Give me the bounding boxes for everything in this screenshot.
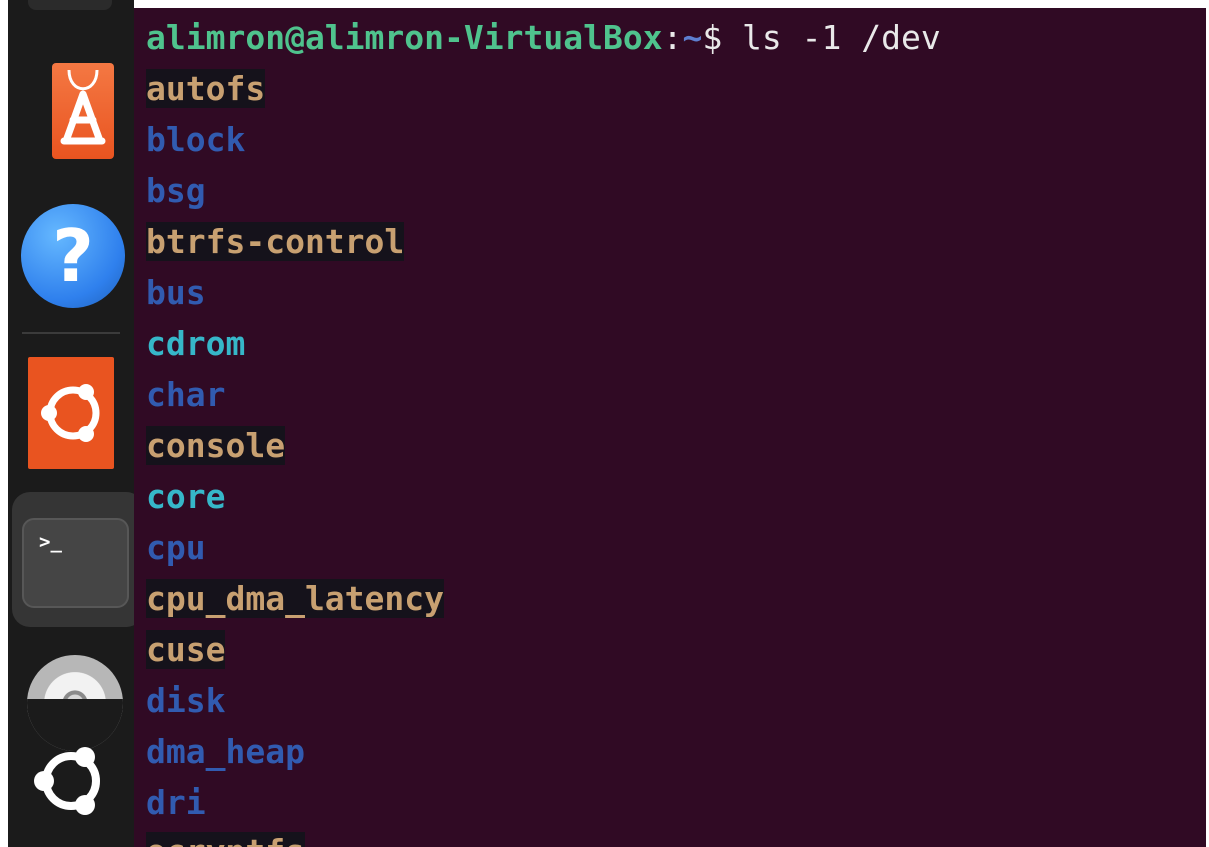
ubuntu-dock: ? >_ <box>8 0 134 847</box>
device-file-name: console <box>146 426 286 465</box>
ubuntu-logo-icon[interactable] <box>27 737 115 825</box>
ubuntu-circle-of-friends-icon <box>41 384 100 442</box>
device-directory-name: bus <box>146 273 206 312</box>
device-directory-name: disk <box>146 681 226 720</box>
terminal-output-line: btrfs-control <box>146 220 405 263</box>
terminal-output-line: cpu_dma_latency <box>146 577 445 620</box>
device-file-name: cuse <box>146 630 226 669</box>
terminal-output-line: block <box>146 118 245 161</box>
device-file-name: cpu_dma_latency <box>146 579 445 618</box>
terminal-prompt-glyph: >_ <box>39 531 62 553</box>
terminal-output-line-partial: ecryptfs <box>146 830 305 847</box>
terminal-output-line: disk <box>146 679 225 722</box>
device-directory-name: block <box>146 120 246 159</box>
device-file-name: ecryptfs <box>146 832 305 847</box>
dock-top-edge <box>28 0 112 10</box>
device-directory-name: bsg <box>146 171 206 210</box>
terminal-output-line: bus <box>146 271 206 314</box>
terminal-output-line: dma_heap <box>146 730 305 773</box>
terminal-output-line: cuse <box>146 628 226 671</box>
terminal-command: ls -1 /dev <box>722 18 941 57</box>
terminal-output-line: cpu <box>146 526 206 569</box>
device-directory-name: dma_heap <box>146 732 305 771</box>
help-icon[interactable]: ? <box>21 204 125 308</box>
terminal-output-line: console <box>146 424 286 467</box>
device-file-name: btrfs-control <box>146 222 405 261</box>
dock-separator <box>22 332 120 334</box>
prompt-symbol: $ <box>702 18 723 57</box>
device-directory-name: dri <box>146 783 206 822</box>
device-directory-name: cpu <box>146 528 206 567</box>
help-question-glyph: ? <box>52 214 94 298</box>
software-store-icon-graphic <box>60 69 106 145</box>
ubuntu-logo-graphic <box>34 747 100 815</box>
prompt-path: ~ <box>682 18 703 57</box>
terminal-output-line: dri <box>146 781 206 824</box>
ubuntu-software-icon[interactable] <box>28 357 114 469</box>
terminal-output-line: cdrom <box>146 322 245 365</box>
device-link-name: cdrom <box>146 324 246 363</box>
terminal-output-line: autofs <box>146 67 266 110</box>
terminal-window[interactable]: alimron@alimron-VirtualBox:~$ ls -1 /dev… <box>134 8 1206 847</box>
terminal-icon[interactable]: >_ <box>22 518 129 608</box>
prompt-colon: : <box>662 18 683 57</box>
screenshot-frame: ? >_ alimron@alimron-VirtualBox:~$ ls -1… <box>0 0 1209 847</box>
terminal-output-line: bsg <box>146 169 206 212</box>
device-link-name: core <box>146 477 226 516</box>
prompt-user-host: alimron@alimron-VirtualBox <box>146 18 663 57</box>
device-file-name: autofs <box>146 69 266 108</box>
terminal-output-line: char <box>146 373 225 416</box>
software-store-icon[interactable] <box>52 63 114 159</box>
terminal-command-line: alimron@alimron-VirtualBox:~$ ls -1 /dev <box>146 16 941 59</box>
device-directory-name: char <box>146 375 226 414</box>
terminal-output-line: core <box>146 475 225 518</box>
